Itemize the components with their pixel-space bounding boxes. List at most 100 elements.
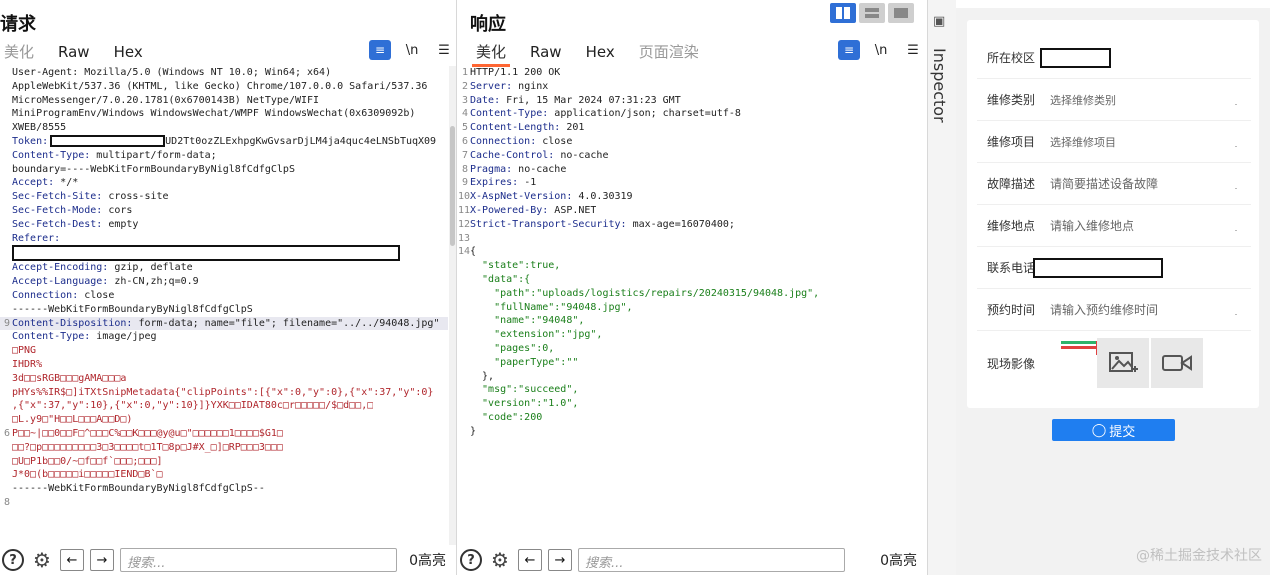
- request-toolbar: ≡ \n ☰: [369, 40, 455, 60]
- tab-raw[interactable]: Raw: [526, 42, 572, 64]
- line-number: [0, 218, 10, 232]
- form-placeholder[interactable]: 请输入预约维修时间: [1050, 301, 1158, 318]
- tab-pretty[interactable]: 美化: [472, 42, 516, 67]
- help-icon[interactable]: ?: [2, 549, 24, 571]
- submit-button[interactable]: ◯ 提交: [1052, 419, 1175, 441]
- stacked-view-icon[interactable]: [859, 3, 885, 23]
- code-text: Sec-Fetch-Site: cross-site: [10, 190, 169, 204]
- code-line: "pages":0,: [458, 342, 919, 356]
- line-number: 7: [461, 149, 468, 161]
- form-row[interactable]: 维修项目 选择维修项目: [977, 121, 1251, 163]
- gear-icon[interactable]: ⚙: [30, 548, 54, 572]
- line-number: [458, 383, 468, 397]
- code-text: "version":"1.0",: [468, 397, 578, 411]
- line-number: [0, 289, 10, 303]
- code-line: ------WebKitFormBoundaryByNigl8fCdfgClpS: [0, 303, 448, 317]
- gear-icon[interactable]: ⚙: [488, 548, 512, 572]
- form-label: 维修类别: [987, 93, 1036, 107]
- next-arrow-icon[interactable]: →: [90, 549, 114, 571]
- code-line: "code":200: [458, 411, 919, 425]
- code-line: "state":true,: [458, 259, 919, 273]
- line-number: 6: [461, 135, 468, 147]
- form-row[interactable]: 现场影像: [977, 331, 1251, 395]
- code-text: },: [468, 370, 494, 384]
- code-text: Expires: -1: [468, 176, 536, 190]
- code-text: "code":200: [468, 411, 542, 425]
- line-number: [0, 80, 10, 94]
- response-editor[interactable]: 1 HTTP/1.1 200 OK 2 Server: nginx 3 Date: Fri…: [458, 66, 919, 545]
- code-text: □□?□p□□□□□□□□□3□3□□□□t□1T□8p□J#X_□]□RP□□…: [10, 441, 283, 455]
- search-input[interactable]: 搜索...: [578, 548, 845, 572]
- response-search-bar: ? ⚙ ← → 搜索... 0高亮: [458, 545, 927, 575]
- form-placeholder[interactable]: 选择维修项目: [1050, 134, 1116, 150]
- tab-hex[interactable]: Hex: [110, 42, 153, 64]
- divider-mark: [1235, 188, 1237, 189]
- wrap-icon[interactable]: ≡: [838, 40, 860, 60]
- line-number: [458, 397, 468, 411]
- help-icon[interactable]: ?: [460, 549, 482, 571]
- inspector-label[interactable]: Inspector: [930, 48, 949, 123]
- form-row[interactable]: 故障描述 请简要描述设备故障: [977, 163, 1251, 205]
- header-value: 3d□□sRGB□□□gAMA□□□a: [12, 372, 127, 384]
- divider-mark: [1235, 230, 1237, 231]
- code-text: Content-Disposition: form-data; name="fi…: [10, 317, 439, 331]
- newline-toggle[interactable]: \n: [401, 40, 423, 60]
- menu-icon[interactable]: ☰: [902, 40, 924, 60]
- form-row[interactable]: 所在校区: [977, 37, 1251, 79]
- header-key: Content-Length:: [470, 122, 567, 134]
- header-value: "state":true,: [470, 260, 561, 272]
- tab-render[interactable]: 页面渲染: [635, 42, 709, 64]
- header-value: no-cache: [560, 149, 609, 161]
- inspector-strip[interactable]: ▣ Inspector: [928, 0, 956, 575]
- code-text: Date: Fri, 15 Mar 2024 07:31:23 GMT: [468, 94, 681, 108]
- form-label: 现场影像: [987, 356, 1036, 371]
- search-input[interactable]: 搜索...: [120, 548, 397, 572]
- split-view-icon[interactable]: [830, 3, 856, 23]
- code-text: Sec-Fetch-Mode: cors: [10, 204, 132, 218]
- header-value: UD2Tt0ozZLExhpgKwGvsarDjLM4ja4quc4eLNSbT…: [165, 135, 437, 147]
- wrap-icon[interactable]: ≡: [369, 40, 391, 60]
- tab-pretty[interactable]: 美化: [0, 42, 44, 64]
- header-value: 201: [566, 122, 585, 134]
- video-camera-icon[interactable]: [1151, 338, 1203, 388]
- line-number: 4: [461, 108, 468, 120]
- form-row[interactable]: 预约时间 请输入预约维修时间: [977, 289, 1251, 331]
- code-text: P□□~|□□0□□F□^□□□C%□□K□□□@y@u□"□□□□□□1□□□…: [10, 427, 283, 441]
- header-value: □U□P1b□□0/~□f□□f`□□□;□□□]: [12, 455, 163, 467]
- form-placeholder[interactable]: 请简要描述设备故障: [1050, 175, 1158, 192]
- header-key: Referer:: [12, 232, 67, 244]
- request-scrollbar[interactable]: [449, 66, 456, 545]
- tab-raw[interactable]: Raw: [54, 42, 100, 64]
- header-value: close: [542, 135, 573, 147]
- request-editor[interactable]: User-Agent: Mozilla/5.0 (Windows NT 10.0…: [0, 66, 448, 545]
- line-number: [0, 372, 10, 386]
- header-value: cors: [108, 204, 133, 216]
- line-number: [458, 356, 468, 370]
- code-text: ------WebKitFormBoundaryByNigl8fCdfgClpS…: [10, 482, 265, 496]
- next-arrow-icon[interactable]: →: [548, 549, 572, 571]
- form-placeholder[interactable]: 请输入维修地点: [1050, 217, 1134, 234]
- newline-toggle[interactable]: \n: [870, 40, 892, 60]
- form-row[interactable]: 维修类别 选择维修类别: [977, 79, 1251, 121]
- header-value: max-age=16070400;: [632, 218, 735, 230]
- form-placeholder[interactable]: 选择维修类别: [1050, 92, 1116, 108]
- code-line: J*0□(b□□□□□i□□□□□IEND□B`□: [0, 468, 448, 482]
- tab-hex[interactable]: Hex: [582, 42, 625, 64]
- code-text: "pages":0,: [468, 342, 554, 356]
- previous-arrow-icon[interactable]: ←: [518, 549, 542, 571]
- inspector-icon: ▣: [933, 14, 946, 29]
- menu-icon[interactable]: ☰: [433, 40, 455, 60]
- form-row[interactable]: 联系电话: [977, 247, 1251, 289]
- header-value: "code":200: [470, 411, 543, 423]
- previous-arrow-icon[interactable]: ←: [60, 549, 84, 571]
- line-number: 2: [461, 80, 468, 92]
- header-value: User-Agent: Mozilla/5.0 (Windows NT 10.0…: [12, 67, 332, 78]
- code-text: "name":"94048",: [468, 314, 584, 328]
- form-label: 维修地点: [987, 219, 1036, 233]
- form-row[interactable]: 维修地点 请输入维修地点: [977, 205, 1251, 247]
- code-text: Accept-Language: zh-CN,zh;q=0.9: [10, 275, 199, 289]
- single-view-icon[interactable]: [888, 3, 914, 23]
- add-image-icon[interactable]: [1097, 338, 1149, 388]
- header-key: Connection:: [12, 289, 85, 301]
